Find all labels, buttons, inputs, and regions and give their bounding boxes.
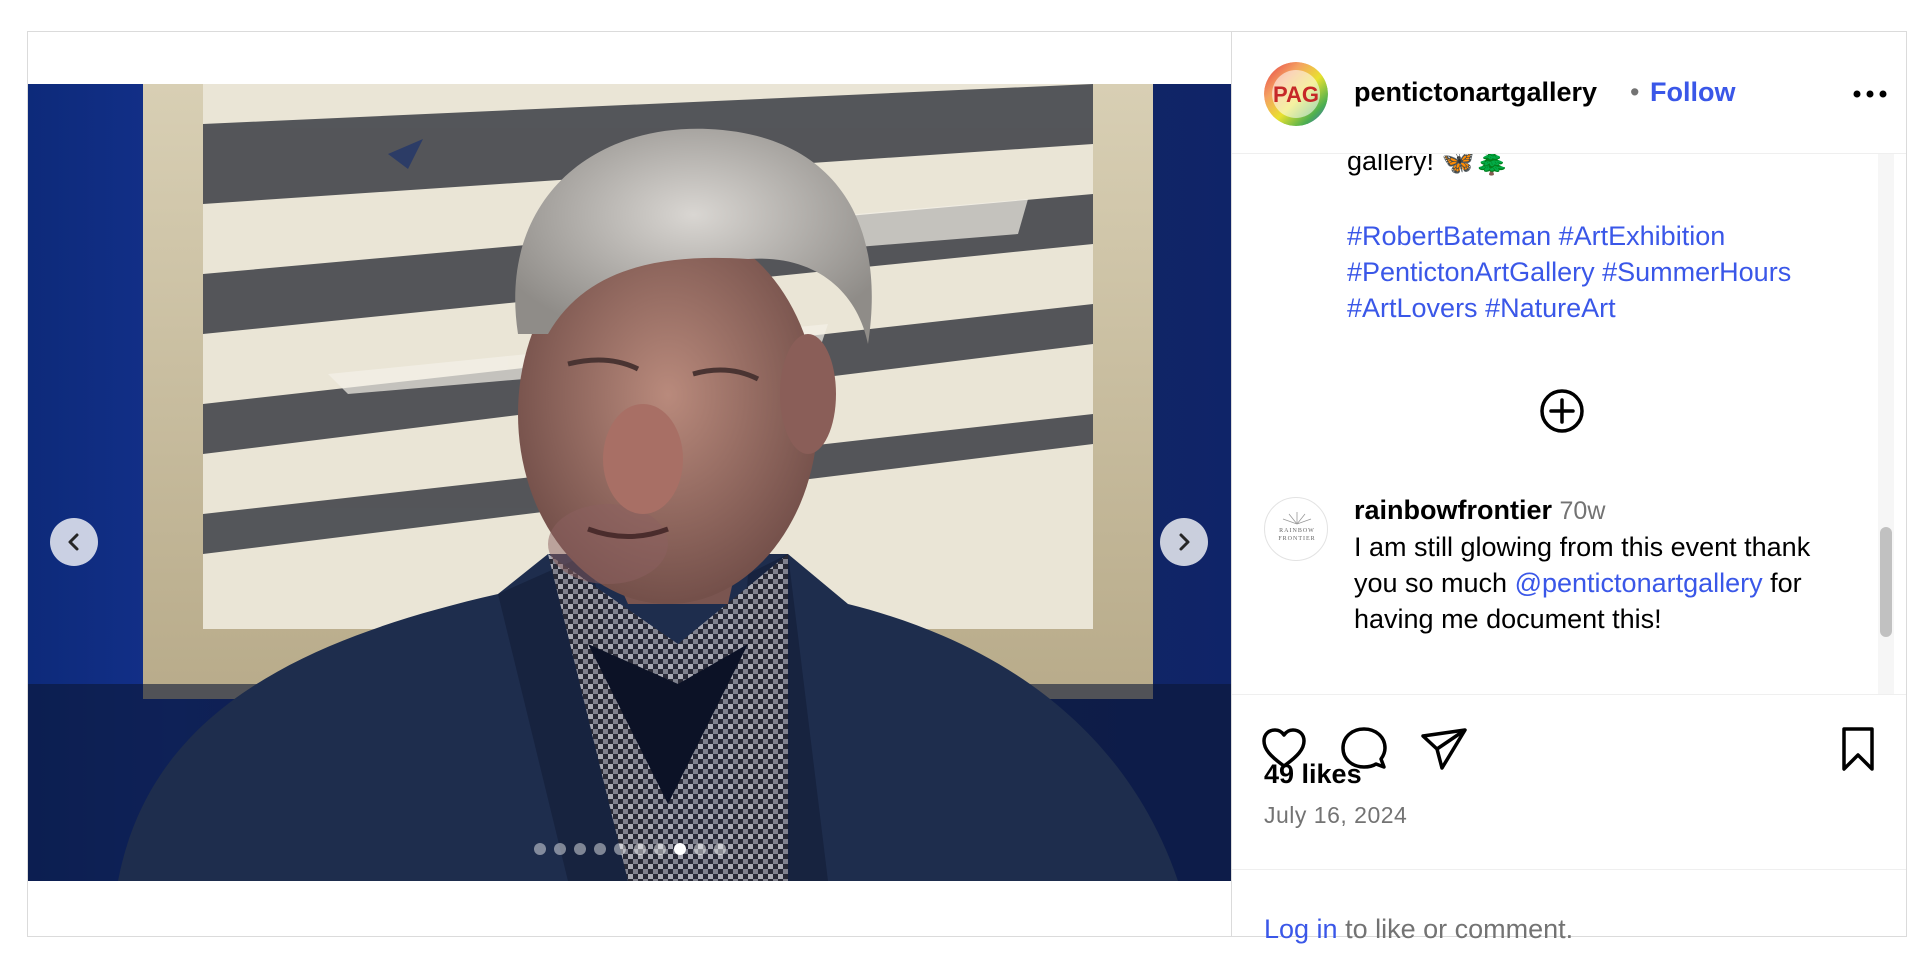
- svg-text:RAINBOW: RAINBOW: [1279, 528, 1315, 534]
- comment-body: rainbowfrontier 70w I am still glowing f…: [1354, 492, 1854, 637]
- login-prompt: Log in to like or comment.: [1232, 869, 1906, 944]
- more-horizontal-icon: [1853, 90, 1887, 98]
- carousel-dot: [713, 843, 726, 855]
- chevron-right-icon: [1179, 533, 1190, 551]
- post-card: PAG pentictonartgallery • Follow gallery…: [27, 31, 1907, 944]
- login-prompt-text: Log in to like or comment.: [1264, 914, 1573, 945]
- follow-button[interactable]: Follow: [1650, 77, 1735, 108]
- carousel-indicator: [28, 843, 1231, 855]
- chevron-left-icon: [68, 533, 79, 551]
- carousel-dot: [673, 843, 686, 855]
- carousel-dot: [613, 843, 626, 855]
- hashtag-link[interactable]: #PentictonArtGallery: [1347, 257, 1595, 287]
- hashtag-link[interactable]: #RobertBateman: [1347, 221, 1551, 251]
- svg-text:FRONTIER: FRONTIER: [1278, 536, 1315, 542]
- likes-count[interactable]: 49 likes: [1264, 759, 1362, 790]
- carousel-dot: [593, 843, 606, 855]
- commenter-username[interactable]: rainbowfrontier: [1354, 495, 1552, 525]
- comment-mention-link[interactable]: @pentictonartgallery: [1515, 568, 1763, 598]
- post-photo[interactable]: [28, 84, 1231, 881]
- save-button[interactable]: [1834, 725, 1884, 775]
- author-username[interactable]: pentictonartgallery: [1354, 77, 1597, 108]
- caption-text: gallery! 🦋🌲: [1347, 154, 1509, 176]
- scrollbar-thumb[interactable]: [1880, 527, 1892, 637]
- caption-hashtags: #RobertBateman #ArtExhibition #Penticton…: [1347, 218, 1867, 326]
- carousel-dot: [693, 843, 706, 855]
- carousel-dot: [633, 843, 646, 855]
- pag-logo: PAG: [1264, 62, 1328, 126]
- next-slide-button[interactable]: [1160, 518, 1208, 566]
- carousel-dot: [573, 843, 586, 855]
- post-side-panel: PAG pentictonartgallery • Follow gallery…: [1231, 32, 1906, 944]
- post-media: [28, 32, 1231, 936]
- share-button[interactable]: [1420, 725, 1470, 775]
- carousel-dot: [653, 843, 666, 855]
- comments-section[interactable]: gallery! 🦋🌲 #RobertBateman #ArtExhibitio…: [1232, 154, 1906, 694]
- hashtag-link[interactable]: #NatureArt: [1485, 293, 1616, 323]
- carousel-dot: [553, 843, 566, 855]
- post-header: PAG pentictonartgallery • Follow: [1232, 32, 1906, 154]
- paper-plane-icon: [1421, 728, 1467, 770]
- author-avatar[interactable]: PAG: [1264, 62, 1328, 126]
- load-more-comments-button[interactable]: [1538, 387, 1586, 435]
- separator-dot: •: [1630, 77, 1640, 107]
- rainbow-frontier-logo: RAINBOW FRONTIER: [1278, 512, 1315, 542]
- hashtag-link[interactable]: #ArtExhibition: [1559, 221, 1726, 251]
- more-options-button[interactable]: [1850, 76, 1890, 112]
- plus-circle-icon: [1540, 389, 1584, 433]
- comment-timestamp[interactable]: 70w: [1560, 497, 1606, 525]
- bookmark-icon: [1842, 727, 1874, 771]
- hashtag-link[interactable]: #ArtLovers: [1347, 293, 1478, 323]
- svg-text:PAG: PAG: [1273, 82, 1319, 107]
- hashtag-link[interactable]: #SummerHours: [1602, 257, 1791, 287]
- previous-slide-button[interactable]: [50, 518, 98, 566]
- photo-image: [28, 84, 1231, 881]
- carousel-dot: [533, 843, 546, 855]
- login-prompt-suffix: to like or comment.: [1345, 914, 1574, 944]
- commenter-avatar[interactable]: RAINBOW FRONTIER: [1264, 497, 1328, 561]
- login-link[interactable]: Log in: [1264, 914, 1338, 944]
- post-date[interactable]: July 16, 2024: [1264, 802, 1407, 829]
